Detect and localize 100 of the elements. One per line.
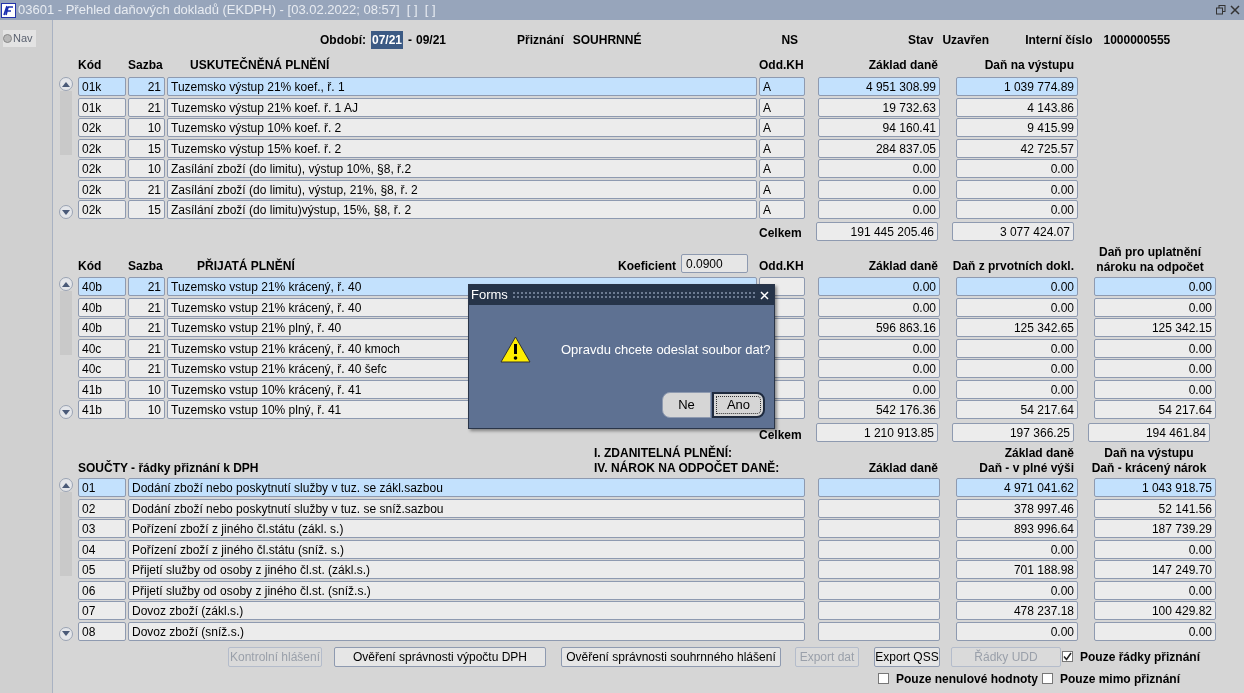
rate-cell[interactable]: 21 [128, 97, 165, 117]
dialog-button[interactable]: Ano [712, 392, 765, 418]
rate-cell[interactable]: 10 [128, 400, 165, 419]
period-from-field[interactable]: 07/21 [371, 31, 403, 49]
code-cell[interactable]: 40c [78, 359, 126, 378]
description-cell[interactable]: Dodání zboží nebo poskytnutí služby v tuz. se zákl.sazbou [128, 478, 805, 497]
amount-cell[interactable]: 1 039 774.89 [956, 77, 1078, 96]
code-cell[interactable]: 08 [78, 621, 126, 641]
code-cell[interactable]: 05 [78, 560, 126, 579]
code-cell[interactable]: 04 [78, 539, 126, 559]
description-cell[interactable]: Dodání zboží nebo poskytnutí služby v tuz. se sníž.sazbou [128, 498, 805, 518]
amount-cell[interactable]: 19 732.63 [818, 97, 940, 117]
amount-cell[interactable]: 0.00 [818, 179, 940, 199]
description-cell[interactable]: Zasílání zboží (do limitu)výstup, 15%, §8, ř. 2 [167, 200, 757, 219]
code-cell[interactable]: 40b [78, 318, 126, 337]
amount-cell[interactable]: 0.00 [818, 359, 940, 378]
code-cell[interactable]: 41b [78, 379, 126, 399]
amount-cell[interactable]: 378 997.46 [956, 498, 1078, 518]
code-cell[interactable]: 02k [78, 179, 126, 199]
amount-cell[interactable]: 0.00 [1094, 297, 1216, 317]
code-cell[interactable]: 40b [78, 277, 126, 296]
checkbox[interactable] [1042, 673, 1053, 684]
rate-cell[interactable]: 21 [128, 77, 165, 96]
code-cell[interactable]: 01k [78, 97, 126, 117]
description-cell[interactable]: Pořízení zboží z jiného čl.státu (sníž. s.) [128, 539, 805, 559]
amount-cell[interactable]: 0.00 [1094, 580, 1216, 600]
amount-cell[interactable]: 0.00 [956, 159, 1078, 178]
description-cell[interactable]: Tuzemsko výstup 10% koef. ř. 2 [167, 118, 757, 137]
amount-cell[interactable] [818, 498, 940, 518]
total-amount-cell[interactable]: 191 445 205.46 [816, 222, 938, 241]
amount-cell[interactable]: 0.00 [956, 359, 1078, 378]
amount-cell[interactable]: 596 863.16 [818, 318, 940, 337]
description-cell[interactable]: Přijetí služby od osoby z jiného čl.st. (zákl.s.) [128, 560, 805, 579]
rate-cell[interactable]: 21 [128, 338, 165, 358]
code-cell[interactable]: 02k [78, 138, 126, 158]
scroll-up-icon[interactable] [59, 277, 73, 291]
rate-cell[interactable]: 21 [128, 179, 165, 199]
amount-cell[interactable]: 478 237.18 [956, 601, 1078, 620]
amount-cell[interactable]: 125 342.65 [956, 318, 1078, 337]
amount-cell[interactable]: 0.00 [956, 621, 1078, 641]
rate-cell[interactable]: 15 [128, 200, 165, 219]
code-cell[interactable]: 01k [78, 77, 126, 96]
rate-cell[interactable]: 21 [128, 318, 165, 337]
amount-cell[interactable]: 0.00 [1094, 379, 1216, 399]
amount-cell[interactable]: 0.00 [956, 297, 1078, 317]
amount-cell[interactable]: 0.00 [1094, 277, 1216, 296]
scroll-down-icon[interactable] [59, 626, 73, 641]
description-cell[interactable]: Zasílání zboží (do limitu), výstup 10%, §8, ř.2 [167, 159, 757, 178]
description-cell[interactable]: Tuzemsko výstup 21% koef. ř. 1 AJ [167, 97, 757, 117]
amount-cell[interactable] [818, 580, 940, 600]
total-amount-cell[interactable]: 194 461.84 [1088, 423, 1210, 442]
amount-cell[interactable]: 4 951 308.99 [818, 77, 940, 96]
description-cell[interactable]: Přijetí služby od osoby z jiného čl.st. (sníž.s.) [128, 580, 805, 600]
amount-cell[interactable]: 187 739.29 [1094, 519, 1216, 538]
total-amount-cell[interactable]: 3 077 424.07 [952, 222, 1074, 241]
code-cell[interactable]: 40b [78, 297, 126, 317]
rate-cell[interactable]: 15 [128, 138, 165, 158]
amount-cell[interactable]: 9 415.99 [956, 118, 1078, 137]
code-cell[interactable]: 01 [78, 478, 126, 497]
description-cell[interactable]: Dovoz zboží (zákl.s.) [128, 601, 805, 620]
section-cell[interactable]: A [759, 118, 805, 137]
coefficient-field[interactable]: 0.0900 [681, 254, 748, 273]
amount-cell[interactable] [818, 519, 940, 538]
description-cell[interactable]: Pořízení zboží z jiného čl.státu (zákl. s.) [128, 519, 805, 538]
amount-cell[interactable]: 54 217.64 [956, 400, 1078, 419]
description-cell[interactable]: Tuzemsko výstup 15% koef. ř. 2 [167, 138, 757, 158]
scroll-down-icon[interactable] [59, 205, 73, 219]
description-cell[interactable]: Zasílání zboží (do limitu), výstup, 21%, §8, ř. 2 [167, 179, 757, 199]
rate-cell[interactable]: 21 [128, 359, 165, 378]
amount-cell[interactable]: 125 342.15 [1094, 318, 1216, 337]
code-cell[interactable]: 02k [78, 159, 126, 178]
total-amount-cell[interactable]: 197 366.25 [952, 423, 1074, 442]
amount-cell[interactable]: 0.00 [1094, 338, 1216, 358]
code-cell[interactable]: 02k [78, 200, 126, 219]
code-cell[interactable]: 02 [78, 498, 126, 518]
amount-cell[interactable]: 0.00 [956, 179, 1078, 199]
amount-cell[interactable]: 4 971 041.62 [956, 478, 1078, 497]
code-cell[interactable]: 03 [78, 519, 126, 538]
rate-cell[interactable]: 21 [128, 277, 165, 296]
code-cell[interactable]: 07 [78, 601, 126, 620]
amount-cell[interactable]: 4 143.86 [956, 97, 1078, 117]
amount-cell[interactable]: 100 429.82 [1094, 601, 1216, 620]
rate-cell[interactable]: 10 [128, 159, 165, 178]
action-button[interactable]: Ověření správnosti výpočtu DPH [334, 646, 546, 667]
amount-cell[interactable]: 0.00 [956, 277, 1078, 296]
amount-cell[interactable]: 701 188.98 [956, 560, 1078, 579]
code-cell[interactable]: 06 [78, 580, 126, 600]
amount-cell[interactable]: 0.00 [956, 539, 1078, 559]
scroll-up-icon[interactable] [59, 478, 73, 492]
code-cell[interactable]: 02k [78, 118, 126, 137]
amount-cell[interactable]: 0.00 [956, 379, 1078, 399]
amount-cell[interactable]: 0.00 [1094, 539, 1216, 559]
amount-cell[interactable]: 0.00 [1094, 359, 1216, 378]
amount-cell[interactable] [818, 601, 940, 620]
checkbox[interactable] [878, 673, 889, 684]
rate-cell[interactable]: 10 [128, 379, 165, 399]
code-cell[interactable]: 40c [78, 338, 126, 358]
rate-cell[interactable]: 21 [128, 297, 165, 317]
amount-cell[interactable]: 147 249.70 [1094, 560, 1216, 579]
code-cell[interactable]: 41b [78, 400, 126, 419]
